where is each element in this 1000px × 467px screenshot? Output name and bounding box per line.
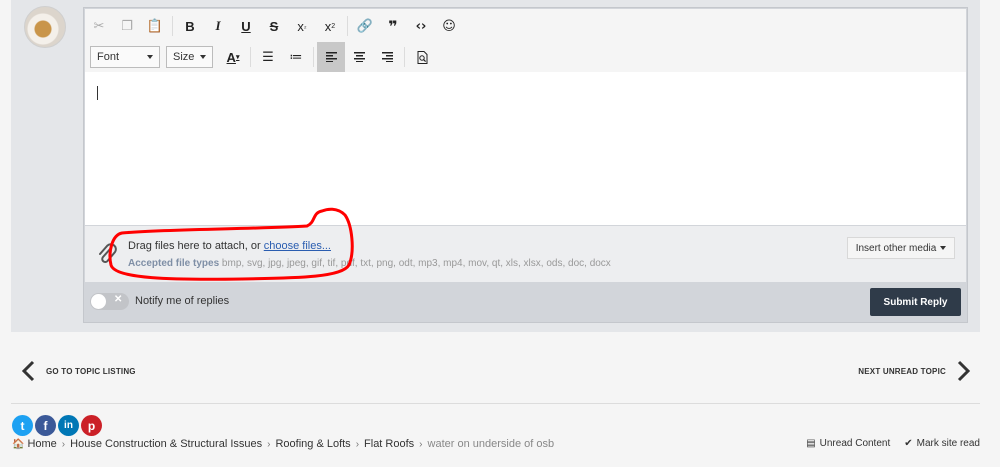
- toggle-knob: [91, 294, 106, 309]
- newspaper-icon: ▤: [806, 438, 816, 449]
- attach-instructions: Drag files here to attach, or choose fil…: [128, 240, 331, 252]
- toolbar-separator: [347, 16, 348, 36]
- breadcrumb-item-home[interactable]: Home: [27, 438, 56, 450]
- chevron-right-icon: ›: [355, 438, 360, 450]
- prev-label: GO TO TOPIC LISTING: [46, 366, 136, 376]
- bullet-list-icon[interactable]: ☰: [254, 43, 282, 71]
- toolbar-separator: [404, 47, 405, 67]
- check-icon: ✔: [904, 438, 913, 449]
- chevron-right-icon: ›: [61, 438, 66, 450]
- breadcrumb-item-flat-roofs[interactable]: Flat Roofs: [364, 438, 414, 450]
- attachment-dropzone[interactable]: Drag files here to attach, or choose fil…: [85, 207, 966, 282]
- italic-icon[interactable]: I: [204, 12, 232, 40]
- chevron-down-icon: [940, 246, 947, 250]
- text-color-icon[interactable]: A ▾: [219, 43, 247, 71]
- footer-links: ▤ Unread Content ✔ Mark site read: [806, 438, 980, 449]
- submit-reply-button[interactable]: Submit Reply: [870, 288, 961, 316]
- twitter-icon[interactable]: t: [12, 415, 33, 436]
- editor-footer: ✕ Notify me of replies Submit Reply: [85, 282, 966, 322]
- font-select[interactable]: Font: [90, 46, 160, 68]
- chevron-down-icon: [200, 55, 206, 59]
- toolbar-separator: [313, 47, 314, 67]
- font-select-label: Font: [97, 51, 120, 63]
- notify-toggle[interactable]: ✕: [90, 293, 129, 310]
- linkedin-icon[interactable]: in: [58, 415, 79, 436]
- reply-text-area[interactable]: [85, 72, 966, 225]
- editor-toolbar: ✂ ❐ 📋 B I U S x₂ x2 🔗 ❞ ‹› ☺ Font Size A…: [85, 9, 966, 73]
- chevron-left-icon: [21, 360, 35, 382]
- avatar-pointer: [66, 18, 82, 34]
- toolbar-row-1: ✂ ❐ 📋 B I U S x₂ x2 🔗 ❞ ‹› ☺: [85, 11, 463, 41]
- divider: [11, 403, 980, 404]
- subscript-icon[interactable]: x₂: [288, 12, 316, 40]
- insert-media-label: Insert other media: [855, 242, 937, 254]
- home-icon: 🏠: [12, 438, 25, 450]
- chevron-right-icon: ›: [267, 438, 271, 450]
- copy-icon[interactable]: ❐: [113, 12, 141, 40]
- share-links: t f in p: [12, 415, 102, 436]
- close-icon: ✕: [114, 294, 123, 305]
- strikethrough-icon[interactable]: S: [260, 12, 288, 40]
- pinterest-icon[interactable]: p: [81, 415, 102, 436]
- facebook-icon[interactable]: f: [35, 415, 56, 436]
- mark-site-read-link[interactable]: ✔ Mark site read: [904, 438, 980, 449]
- numbered-list-icon[interactable]: ≔: [282, 43, 310, 71]
- unread-content-link[interactable]: ▤ Unread Content: [806, 438, 890, 449]
- size-select-label: Size: [173, 51, 195, 63]
- cut-icon[interactable]: ✂: [85, 12, 113, 40]
- toolbar-separator: [172, 16, 173, 36]
- topic-navigation: GO TO TOPIC LISTING NEXT UNREAD TOPIC: [18, 356, 974, 386]
- chevron-down-icon: [147, 55, 153, 59]
- superscript-icon[interactable]: x2: [316, 12, 344, 40]
- link-icon[interactable]: 🔗: [351, 12, 379, 40]
- accepted-types-label: Accepted file types: [128, 258, 220, 269]
- user-avatar: [24, 6, 66, 48]
- toolbar-separator: [250, 47, 251, 67]
- next-label: NEXT UNREAD TOPIC: [858, 366, 946, 376]
- chevron-right-icon: ›: [419, 438, 423, 450]
- choose-files-link[interactable]: choose files...: [264, 240, 331, 252]
- size-select[interactable]: Size: [166, 46, 213, 68]
- text-cursor: [97, 86, 98, 100]
- breadcrumb-current: water on underside of osb: [427, 438, 555, 450]
- bold-icon[interactable]: B: [176, 12, 204, 40]
- next-unread-topic-link[interactable]: NEXT UNREAD TOPIC: [858, 356, 974, 386]
- reply-editor: ✂ ❐ 📋 B I U S x₂ x2 🔗 ❞ ‹› ☺ Font Size A…: [83, 7, 968, 323]
- go-to-topic-listing-link[interactable]: GO TO TOPIC LISTING: [18, 356, 136, 386]
- insert-media-button[interactable]: Insert other media: [847, 237, 955, 259]
- preview-icon[interactable]: [408, 43, 436, 71]
- paste-icon[interactable]: 📋: [141, 12, 169, 40]
- breadcrumb: 🏠 Home › House Construction & Structural…: [12, 438, 554, 450]
- accepted-types-list: bmp, svg, jpg, jpeg, gif, tif, pdf, txt,…: [219, 258, 611, 269]
- breadcrumb-item-roofing[interactable]: Roofing & Lofts: [275, 438, 350, 450]
- mark-site-read-label: Mark site read: [916, 438, 980, 449]
- toolbar-row-2: Font Size A ▾ ☰ ≔: [90, 41, 436, 73]
- unread-content-label: Unread Content: [819, 438, 891, 449]
- emoji-icon[interactable]: ☺: [435, 12, 463, 40]
- align-right-icon[interactable]: [373, 43, 401, 71]
- quote-icon[interactable]: ❞: [379, 12, 407, 40]
- drag-text: Drag files here to attach, or: [128, 240, 264, 252]
- chevron-right-icon: [957, 360, 971, 382]
- accepted-file-types: Accepted file types bmp, svg, jpg, jpeg,…: [128, 258, 611, 269]
- breadcrumb-item-house-construction[interactable]: House Construction & Structural Issues: [70, 438, 262, 450]
- underline-icon[interactable]: U: [232, 12, 260, 40]
- notify-label: Notify me of replies: [135, 295, 230, 307]
- align-left-icon[interactable]: [317, 41, 345, 73]
- paperclip-icon: [99, 243, 117, 263]
- code-icon[interactable]: ‹›: [407, 12, 435, 40]
- align-center-icon[interactable]: [345, 43, 373, 71]
